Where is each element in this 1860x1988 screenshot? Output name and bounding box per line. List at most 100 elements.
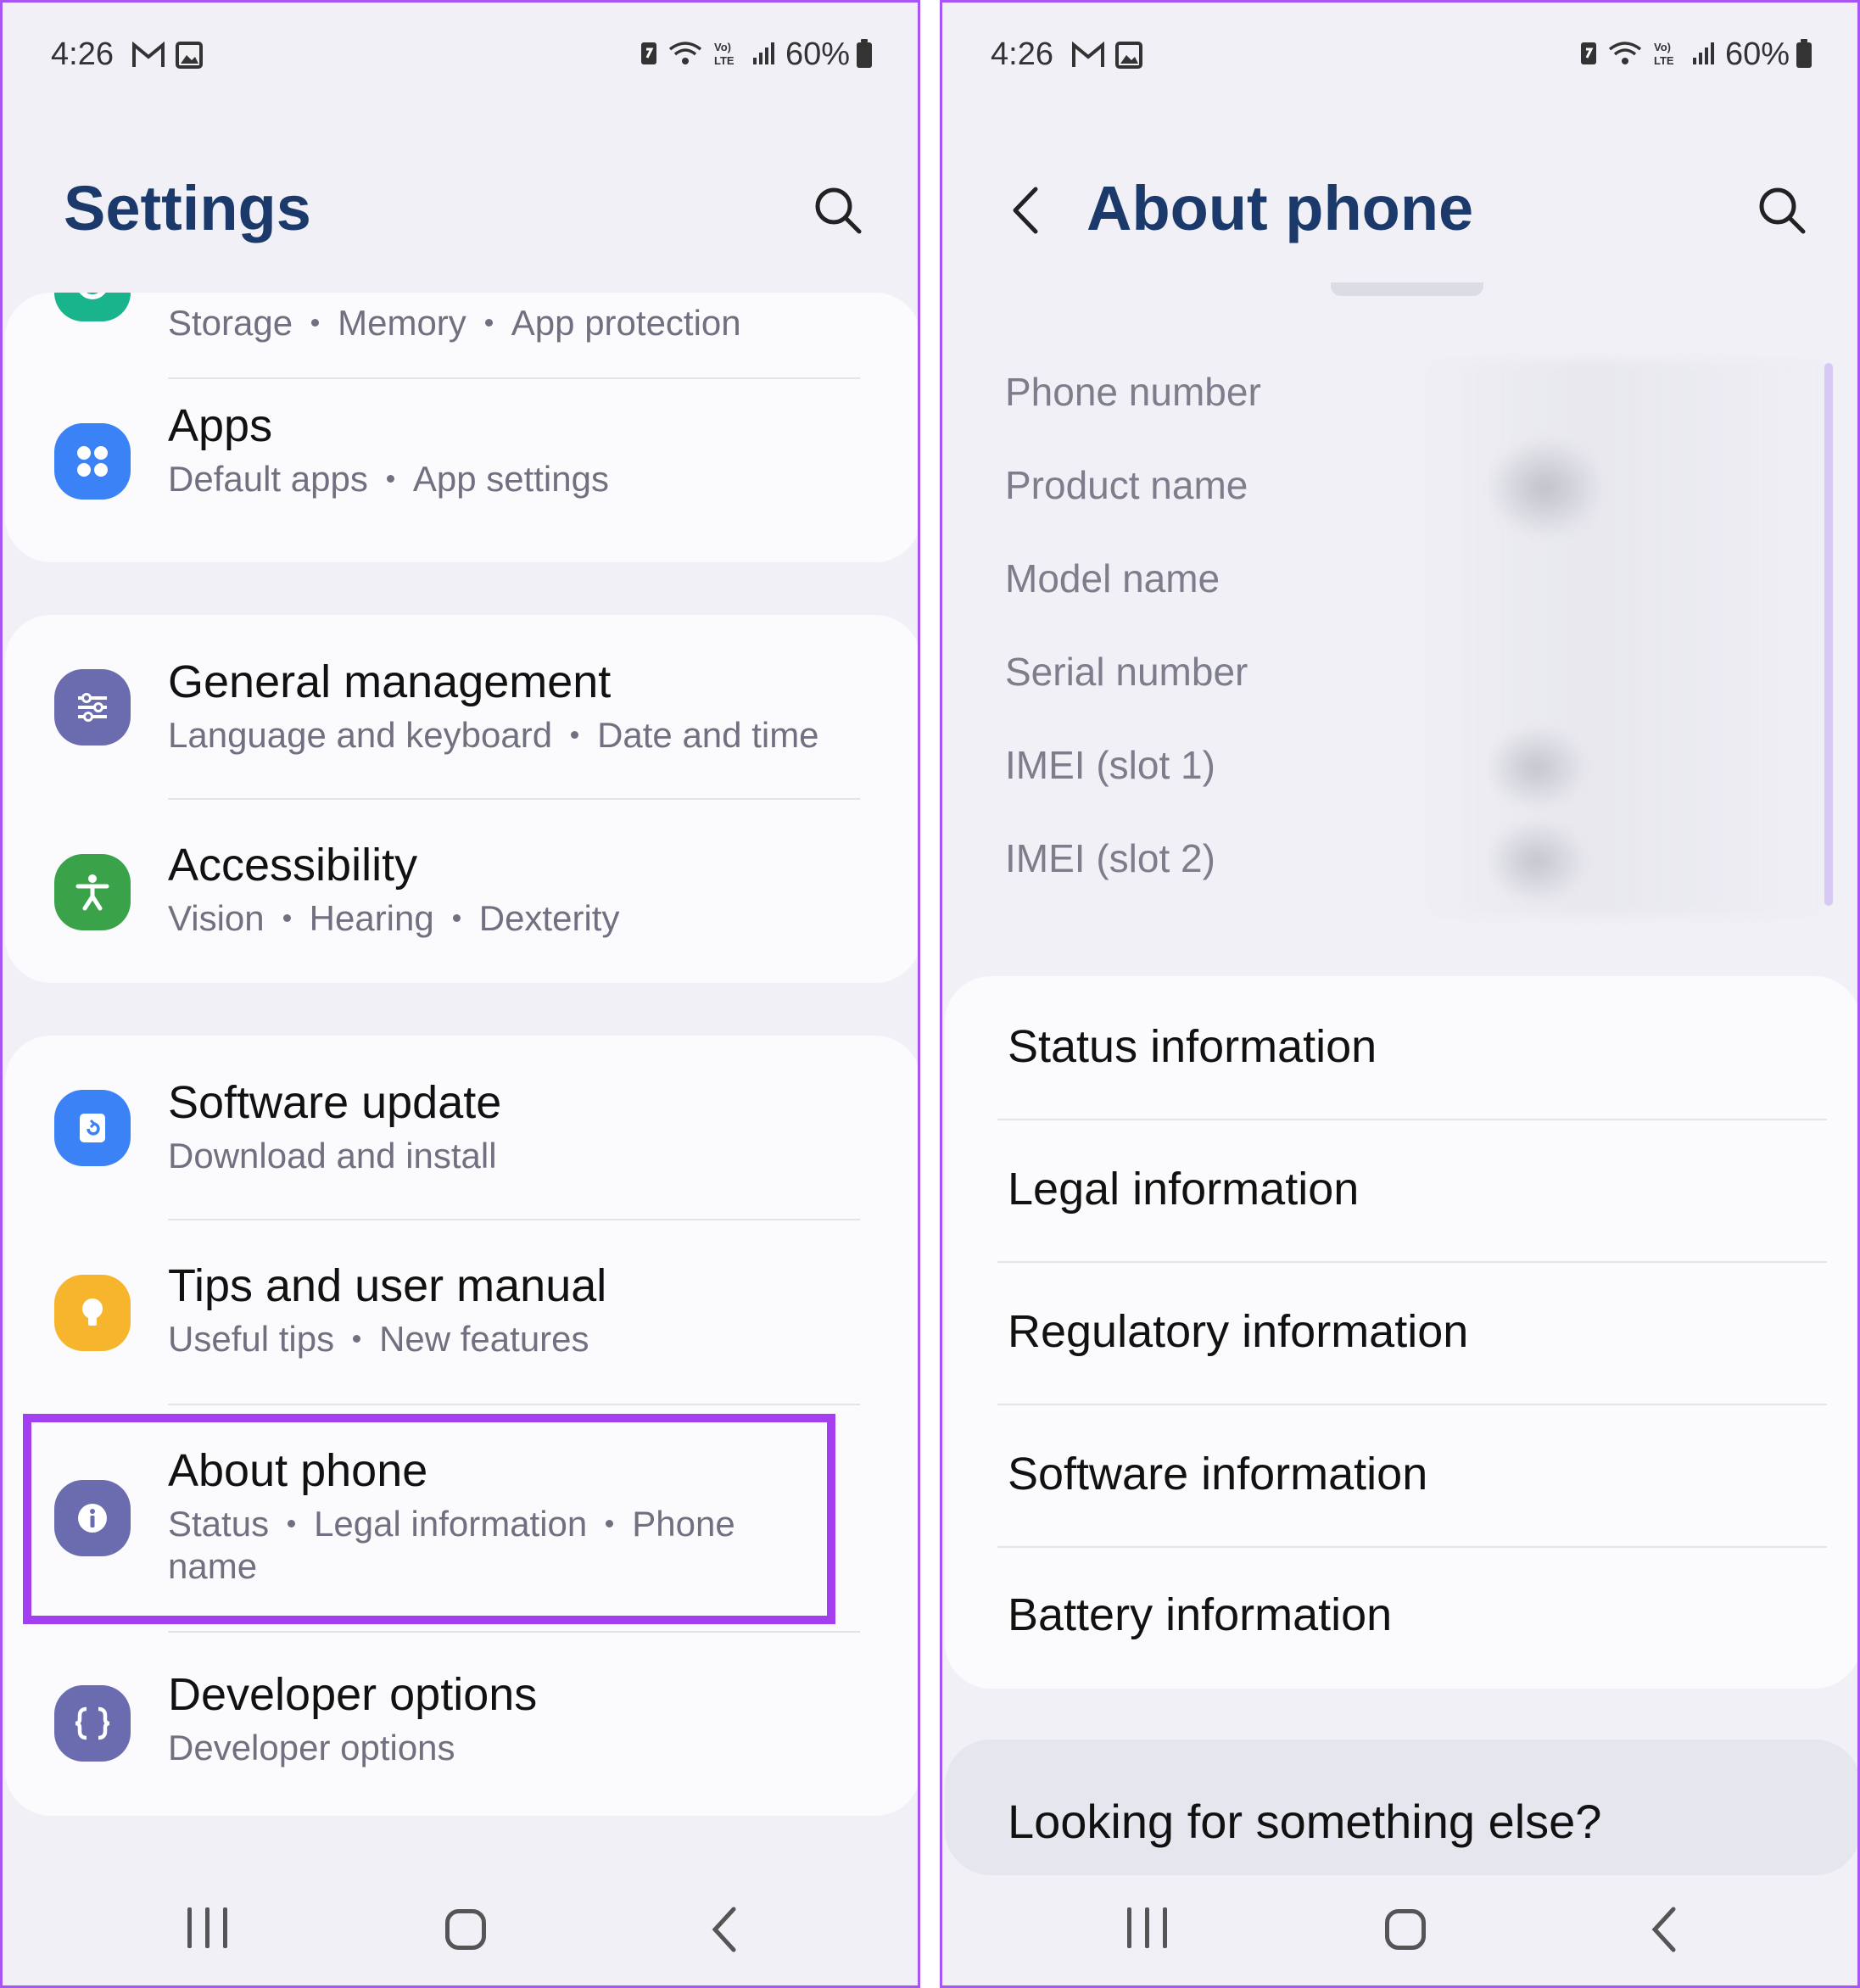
battery-saver-icon (640, 39, 658, 70)
apps-subtitle: Default apps App settings (168, 457, 609, 501)
software-update-title: Software update (168, 1077, 502, 1128)
settings-item-accessibility[interactable]: Accessibility Vision Hearing Dexterity (5, 800, 918, 983)
battery-saver-icon (1579, 39, 1598, 70)
about-menu-card: Status information Legal information Reg… (945, 976, 1857, 1689)
tips-subtitle: Useful tips New features (168, 1317, 589, 1361)
menu-item-label: Battery information (1008, 1589, 1393, 1640)
home-button[interactable] (445, 1909, 486, 1950)
sub-vision: Vision (168, 898, 265, 938)
sub-dexterity: Dexterity (478, 898, 620, 938)
nav-back-button[interactable] (707, 1904, 740, 1955)
sub-language: Language and keyboard (168, 715, 553, 755)
accessibility-title: Accessibility (168, 840, 418, 891)
menu-item-battery-information[interactable]: Battery information (945, 1548, 1857, 1689)
menu-item-label: Software information (1008, 1449, 1428, 1499)
gmail-icon (1071, 42, 1105, 69)
settings-card-general: General management Language and keyboard… (5, 615, 918, 983)
tips-title: Tips and user manual (168, 1260, 607, 1311)
about-phone-highlight (23, 1414, 835, 1624)
settings-item-general-management[interactable]: General management Language and keyboard… (5, 615, 918, 800)
sub-useful-tips: Useful tips (168, 1319, 335, 1359)
recent-apps-button[interactable] (1127, 1907, 1167, 1948)
menu-item-legal-information[interactable]: Legal information (945, 1120, 1857, 1261)
sliders-icon (54, 669, 131, 746)
nav-back-button[interactable] (1646, 1904, 1680, 1955)
info-label-product-name: Product name (1005, 463, 1248, 507)
scrollbar[interactable] (1824, 363, 1833, 906)
image-notification-icon (176, 42, 203, 69)
status-bar: 4:26 Vo) LTE 60% (3, 33, 918, 81)
menu-item-status-information[interactable]: Status information (945, 976, 1857, 1119)
info-label-model-name: Model name (1005, 556, 1220, 600)
page-title: Settings (64, 173, 311, 243)
svg-text:LTE: LTE (1654, 54, 1674, 66)
navigation-bar (3, 1894, 918, 1970)
sub-app-settings: App settings (412, 459, 609, 499)
looking-for-something-else-card: Looking for something else? (945, 1740, 1857, 1875)
svg-text:Vo): Vo) (714, 41, 731, 53)
signal-icon (1691, 39, 1717, 70)
redacted-values (1417, 360, 1841, 916)
signal-icon (751, 39, 777, 70)
battery-icon (857, 38, 872, 68)
image-notification-icon (1115, 42, 1142, 69)
settings-screen: 4:26 Vo) LTE 60% Settings Storage Memory… (0, 0, 920, 1988)
battery-percent: 60% (1724, 36, 1790, 72)
gmail-icon (131, 42, 165, 69)
info-label-phone-number: Phone number (1005, 370, 1261, 414)
wifi-icon (667, 39, 704, 70)
about-phone-screen: 4:26 Vo) LTE 60% About phone Phone numbe… (940, 0, 1860, 1988)
settings-item-developer-options[interactable]: Developer options Developer options (5, 1633, 918, 1816)
sub-new-features: New features (379, 1319, 589, 1359)
info-label-imei-slot-1: IMEI (slot 1) (1005, 743, 1215, 787)
sub-memory: Memory (338, 303, 466, 343)
apps-title: Apps (168, 400, 273, 451)
status-time: 4:26 (51, 36, 114, 72)
battery-icon (1796, 38, 1812, 68)
update-icon (54, 1090, 131, 1166)
device-care-icon (54, 293, 131, 321)
sub-app-protection: App protection (511, 303, 741, 343)
accessibility-person-icon (54, 854, 131, 930)
menu-item-label: Regulatory information (1008, 1306, 1469, 1357)
search-icon[interactable] (808, 181, 868, 240)
settings-item-apps[interactable]: Apps Default apps App settings (5, 377, 918, 562)
general-management-subtitle: Language and keyboard Date and time (168, 713, 819, 757)
scroll-handle (1331, 282, 1483, 296)
back-arrow-icon[interactable] (1002, 181, 1053, 240)
info-label-serial-number: Serial number (1005, 650, 1248, 694)
settings-card-apps: Storage Memory App protection Apps Default… (5, 293, 918, 562)
page-title: About phone (1086, 173, 1474, 243)
sub-hearing: Hearing (309, 898, 434, 938)
settings-item-tips[interactable]: Tips and user manual Useful tips New feat… (5, 1220, 918, 1405)
status-time: 4:26 (991, 36, 1053, 72)
info-label-imei-slot-2: IMEI (slot 2) (1005, 836, 1215, 880)
home-button[interactable] (1385, 1909, 1426, 1950)
sub-date-time: Date and time (597, 715, 819, 755)
status-bar: 4:26 Vo) LTE 60% (942, 33, 1857, 81)
menu-item-label: Legal information (1008, 1164, 1360, 1215)
sub-default-apps: Default apps (168, 459, 368, 499)
settings-item-software-update[interactable]: Software update Download and install (5, 1036, 918, 1220)
volte-icon: Vo) LTE (712, 39, 743, 70)
apps-grid-icon (54, 423, 131, 500)
developer-options-subtitle: Developer options (168, 1728, 455, 1767)
accessibility-subtitle: Vision Hearing Dexterity (168, 896, 619, 941)
braces-icon (54, 1685, 131, 1762)
svg-text:LTE: LTE (714, 54, 735, 66)
battery-percent: 60% (785, 36, 850, 72)
navigation-bar (942, 1894, 1857, 1970)
lightbulb-icon (54, 1275, 131, 1351)
sub-storage: Storage (168, 303, 293, 343)
search-icon[interactable] (1752, 181, 1812, 240)
wifi-icon (1606, 39, 1644, 70)
device-care-subtitle[interactable]: Storage Memory App protection (168, 301, 741, 345)
software-update-subtitle: Download and install (168, 1136, 497, 1175)
svg-text:Vo): Vo) (1654, 41, 1671, 53)
menu-item-regulatory-information[interactable]: Regulatory information (945, 1263, 1857, 1404)
menu-item-label: Status information (1008, 1021, 1377, 1072)
recent-apps-button[interactable] (187, 1907, 227, 1948)
developer-options-title: Developer options (168, 1669, 538, 1720)
menu-item-software-information[interactable]: Software information (945, 1405, 1857, 1546)
volte-icon: Vo) LTE (1652, 39, 1683, 70)
